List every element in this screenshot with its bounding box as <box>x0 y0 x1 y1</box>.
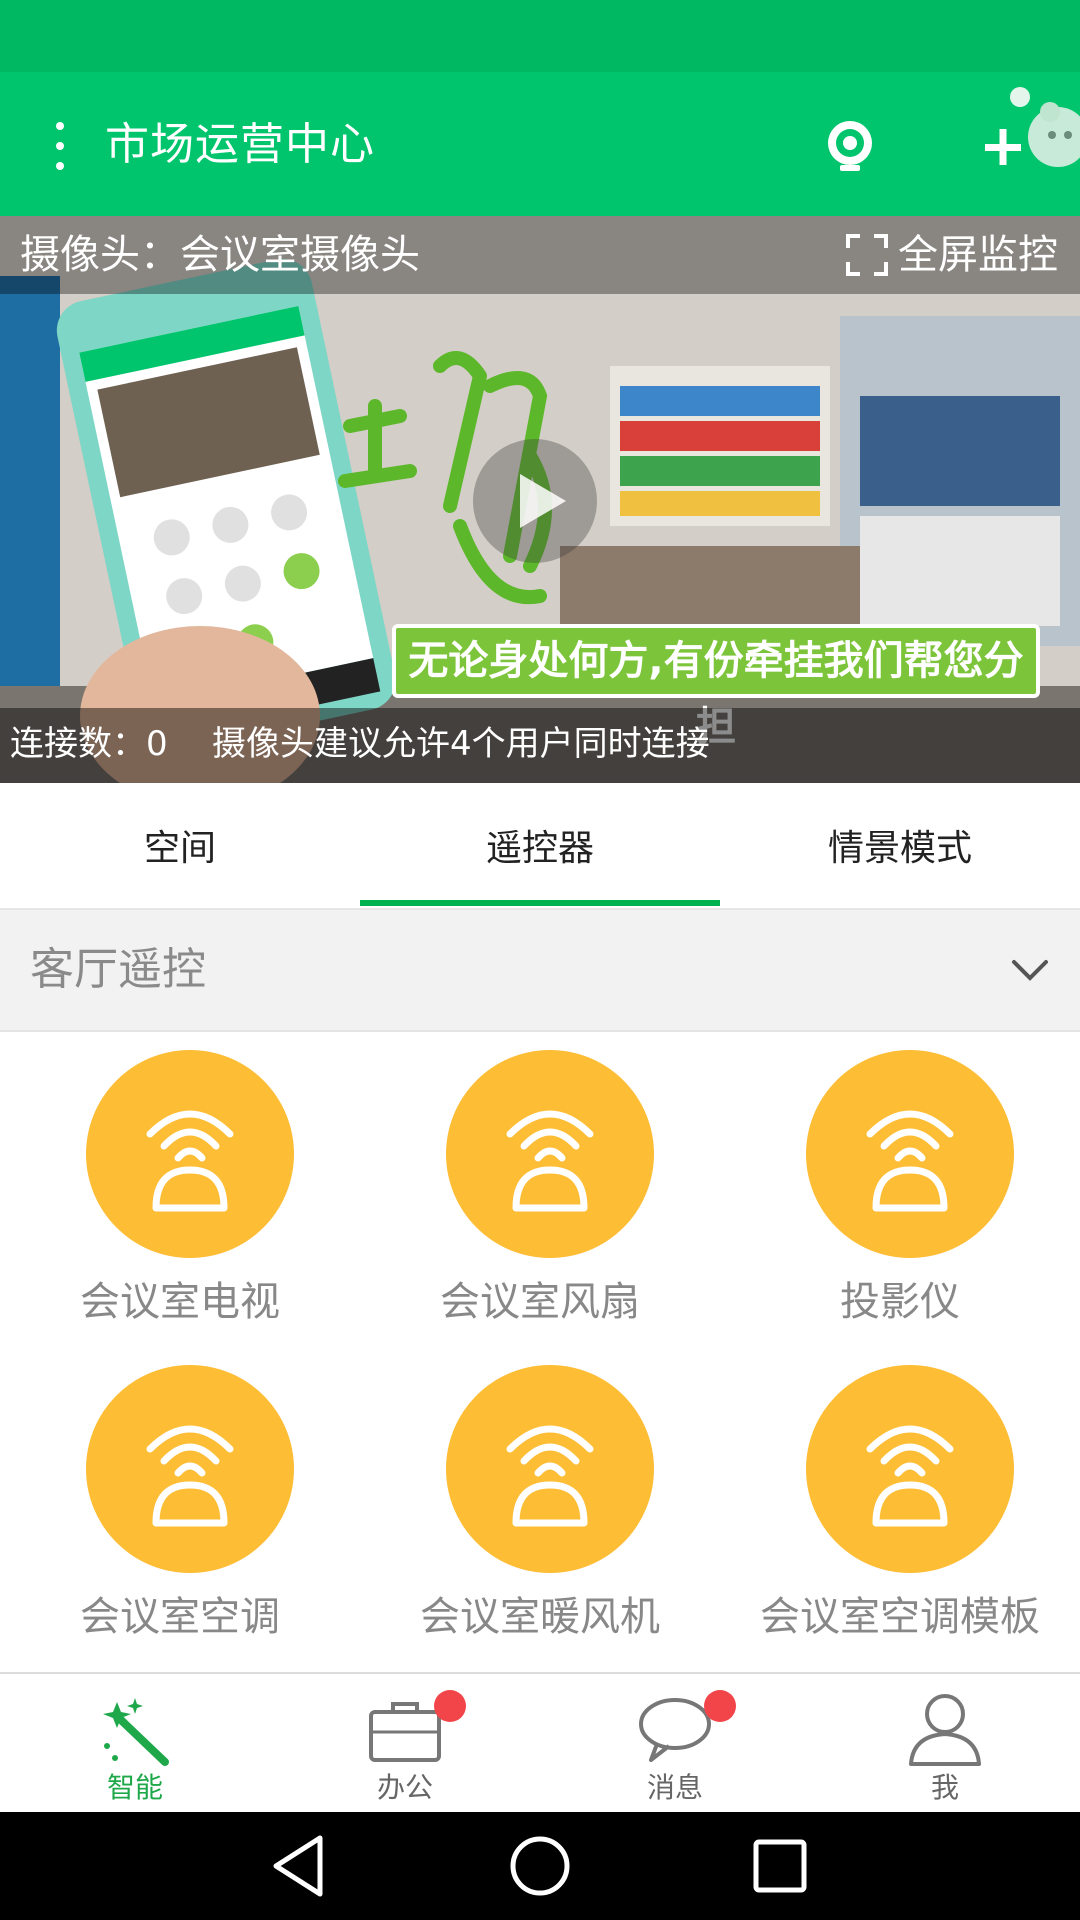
slogan-banner: 无论身处何方,有份牵挂我们帮您分担 <box>392 624 1040 750</box>
remote-grid: 会议室电视 会议室风扇 投影仪 会议室空调 会议室暖风机 会议室空调模板 <box>0 1032 1080 1672</box>
nav-label: 我 <box>930 1771 959 1804</box>
home-icon[interactable] <box>510 1836 570 1896</box>
tab-scene-mode[interactable]: 情景模式 <box>720 790 1080 908</box>
user-icon <box>909 1694 981 1766</box>
connection-hint: 摄像头建议允许4个用户同时连接 <box>212 724 710 764</box>
nav-smart[interactable]: 智能 <box>0 1674 270 1814</box>
tab-indicator <box>360 900 720 906</box>
tab-space[interactable]: 空间 <box>0 790 360 908</box>
status-bar <box>0 0 1080 72</box>
tab-bar: 空间 遥控器 情景模式 <box>0 790 1080 910</box>
remote-label: 会议室暖风机 <box>420 1594 660 1640</box>
fullscreen-label: 全屏监控 <box>898 232 1058 278</box>
chevron-down-icon <box>1012 960 1048 981</box>
remote-tile[interactable]: 会议室空调模板 <box>720 1347 1080 1662</box>
remote-icon <box>806 1050 1014 1258</box>
remote-icon <box>446 1050 654 1258</box>
bottom-nav: 智能 办公 消息 我 <box>0 1672 1080 1814</box>
tab-remote[interactable]: 遥控器 <box>360 790 720 908</box>
remote-label: 会议室电视 <box>80 1279 280 1325</box>
remote-tile[interactable]: 会议室电视 <box>0 1032 360 1347</box>
camera-label: 摄像头：会议室摄像头 <box>20 232 420 278</box>
more-menu-icon[interactable] <box>48 122 72 170</box>
remote-label: 会议室风扇 <box>440 1279 640 1325</box>
chat-bubble-icon <box>639 1698 711 1762</box>
magic-wand-icon <box>103 1698 169 1766</box>
room-selector[interactable]: 客厅遥控 <box>0 910 1080 1032</box>
remote-label: 会议室空调 <box>80 1594 280 1640</box>
nav-office[interactable]: 办公 <box>270 1674 540 1814</box>
remote-tile[interactable]: 会议室空调 <box>0 1347 360 1662</box>
nav-label: 智能 <box>106 1771 163 1804</box>
system-nav-bar <box>0 1812 1080 1920</box>
remote-icon <box>86 1050 294 1258</box>
play-icon[interactable] <box>470 436 600 566</box>
nav-label: 消息 <box>646 1771 703 1804</box>
nav-me[interactable]: 我 <box>810 1674 1080 1814</box>
nav-messages[interactable]: 消息 <box>540 1674 810 1814</box>
fullscreen-button[interactable]: 全屏监控 <box>844 230 1058 280</box>
camera-preview[interactable]: 摄像头：会议室摄像头 全屏监控 无论身处何方,有份牵挂我们帮您分担 连接数：0 … <box>0 216 1080 783</box>
camera-icon[interactable] <box>820 117 880 177</box>
app-bar: 市场运营中心 <box>0 72 1080 216</box>
remote-icon <box>806 1365 1014 1573</box>
camera-header: 摄像头：会议室摄像头 全屏监控 <box>0 216 1080 294</box>
mascot-icon[interactable] <box>1010 77 1080 187</box>
remote-tile[interactable]: 投影仪 <box>720 1032 1080 1347</box>
briefcase-icon <box>369 1702 441 1762</box>
remote-label: 投影仪 <box>840 1279 960 1325</box>
nav-label: 办公 <box>376 1771 433 1804</box>
notification-badge <box>434 1690 466 1722</box>
remote-icon <box>446 1365 654 1573</box>
remote-label: 会议室空调模板 <box>760 1594 1040 1640</box>
remote-tile[interactable]: 会议室暖风机 <box>360 1347 720 1662</box>
back-icon[interactable] <box>273 1835 323 1897</box>
app-title: 市场运营中心 <box>105 119 375 170</box>
remote-tile[interactable]: 会议室风扇 <box>360 1032 720 1347</box>
notification-badge <box>704 1690 736 1722</box>
recents-icon[interactable] <box>753 1839 807 1893</box>
remote-icon <box>86 1365 294 1573</box>
fullscreen-icon <box>846 234 888 276</box>
room-title: 客厅遥控 <box>30 944 206 995</box>
connection-info-bar: 连接数：0 摄像头建议允许4个用户同时连接 <box>0 708 1080 783</box>
connection-count: 连接数：0 <box>10 724 168 764</box>
